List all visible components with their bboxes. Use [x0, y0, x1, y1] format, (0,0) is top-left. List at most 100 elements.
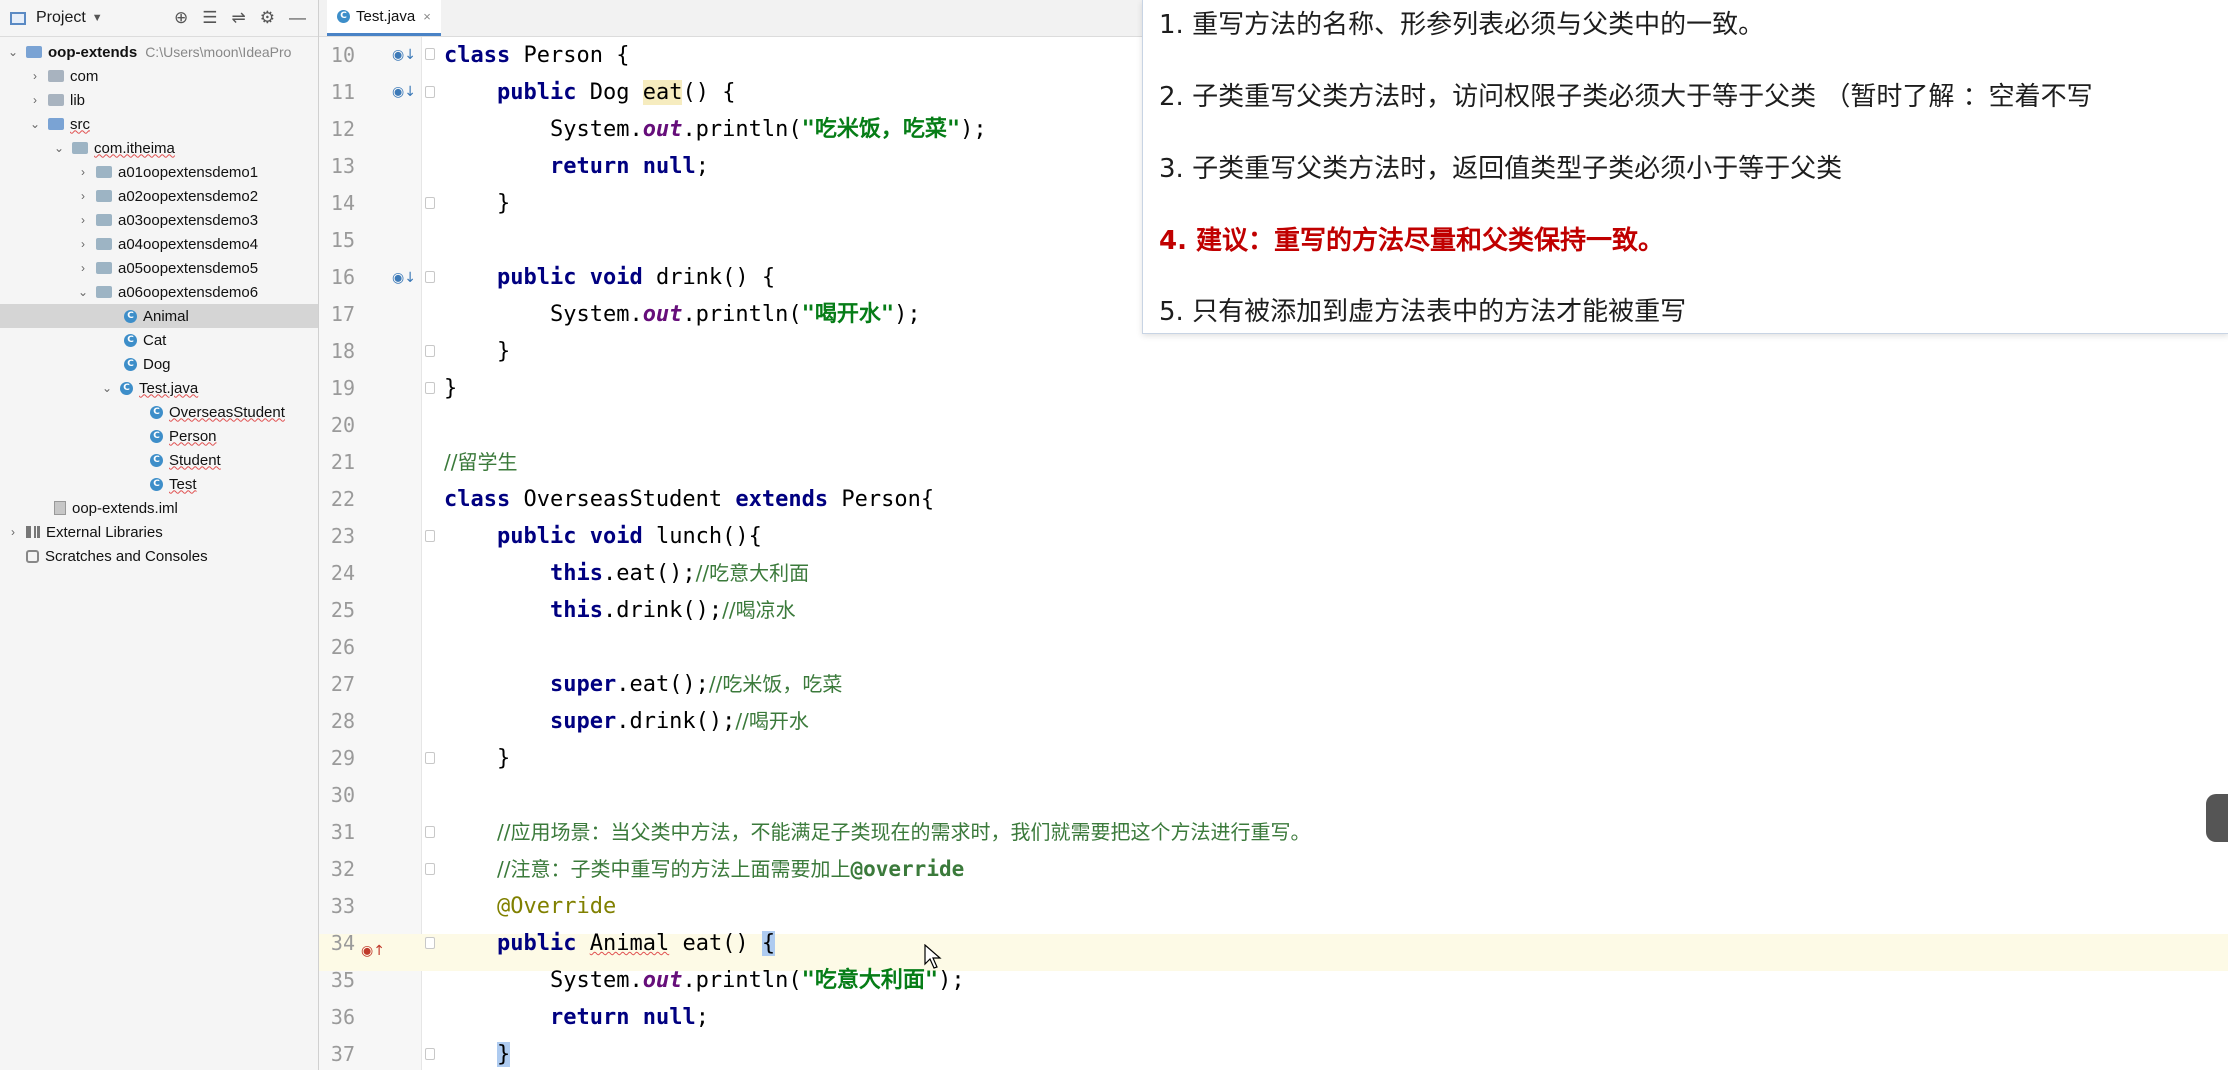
code-line-13: return null;	[549, 154, 709, 179]
collapse-all-icon[interactable]: ⇌	[232, 8, 246, 28]
tree-item-person[interactable]: C Person	[0, 424, 318, 448]
tree-item-label: a05oopextensdemo5	[118, 259, 259, 277]
fold-icon[interactable]	[425, 48, 435, 60]
tree-item-label: Test	[169, 475, 197, 493]
tree-item-test-java[interactable]: ⌄ C Test.java	[0, 376, 318, 400]
tree-item-test[interactable]: C Test	[0, 472, 318, 496]
tab-label: Test.java	[356, 8, 416, 25]
fold-icon[interactable]	[425, 1048, 435, 1060]
code-line-36: return null;	[549, 1005, 709, 1030]
library-icon	[26, 526, 40, 538]
tree-item-label: Student	[169, 451, 221, 469]
line-number: 24	[330, 561, 355, 585]
code-line-34: public Animal eat() {	[496, 931, 776, 956]
package-icon	[96, 286, 112, 298]
chevron-right-icon[interactable]: ›	[76, 165, 90, 179]
tree-item-scratches[interactable]: Scratches and Consoles	[0, 544, 318, 568]
tree-item-animal[interactable]: C Animal	[0, 304, 318, 328]
chevron-right-icon[interactable]: ›	[76, 189, 90, 203]
tree-item-a01[interactable]: › a01oopextensdemo1	[0, 160, 318, 184]
class-icon: C	[124, 309, 137, 323]
tree-item-iml[interactable]: oop-extends.iml	[0, 496, 318, 520]
class-icon: C	[124, 357, 137, 371]
floating-side-button[interactable]	[2206, 794, 2228, 842]
tree-item-label: Scratches and Consoles	[45, 547, 208, 565]
overridden-method-icon[interactable]: ◉↓	[392, 84, 416, 100]
chevron-right-icon[interactable]: ›	[76, 213, 90, 227]
fold-icon[interactable]	[425, 86, 435, 98]
scratches-icon	[26, 549, 39, 563]
line-number: 27	[330, 672, 355, 696]
tree-item-overseasstudent[interactable]: C OverseasStudent	[0, 400, 318, 424]
tree-item-com[interactable]: › com	[0, 64, 318, 88]
overridden-method-icon[interactable]: ◉↓	[392, 47, 416, 63]
chevron-down-icon[interactable]: ⌄	[28, 117, 42, 131]
line-number: 10	[330, 43, 355, 67]
chevron-right-icon[interactable]: ›	[28, 93, 42, 107]
line-number: 25	[330, 598, 355, 622]
chevron-down-icon[interactable]: ⌄	[52, 141, 66, 155]
chevron-right-icon[interactable]: ›	[76, 261, 90, 275]
note-4: 4. 建议：重写的方法尽量和父类保持一致。	[1159, 226, 1665, 256]
fold-icon[interactable]	[425, 530, 435, 542]
fold-icon[interactable]	[425, 752, 435, 764]
tree-item-oop-extends[interactable]: ⌄ oop-extends C:\Users\moon\IdeaPro	[0, 40, 318, 64]
note-5: 5. 只有被添加到虚方法表中的方法才能被重写	[1159, 297, 1687, 327]
tree-item-label: a02oopextensdemo2	[118, 187, 259, 205]
chevron-right-icon[interactable]: ›	[76, 237, 90, 251]
chevron-right-icon[interactable]: ›	[28, 69, 42, 83]
fold-icon[interactable]	[425, 197, 435, 209]
chevron-right-icon[interactable]: ›	[6, 525, 20, 539]
line-number: 29	[330, 746, 355, 770]
chevron-down-icon[interactable]: ⌄	[100, 381, 114, 395]
class-icon: C	[120, 381, 133, 395]
line-number: 18	[330, 339, 355, 363]
code-line-29: }	[496, 746, 511, 771]
tree-item-a02[interactable]: › a02oopextensdemo2	[0, 184, 318, 208]
overridden-method-icon[interactable]: ◉↓	[392, 270, 416, 286]
mouse-cursor-icon	[924, 944, 942, 969]
line-number: 30	[330, 783, 355, 807]
code-line-12: System.out.println("吃米饭，吃菜");	[549, 117, 987, 142]
tree-item-label: oop-extends.iml	[72, 499, 178, 517]
tree-item-cat[interactable]: C Cat	[0, 328, 318, 352]
line-number: 37	[330, 1042, 355, 1066]
locate-icon[interactable]: ⊕	[174, 8, 188, 28]
tree-item-student[interactable]: C Student	[0, 448, 318, 472]
tree-item-lib[interactable]: › lib	[0, 88, 318, 112]
tree-item-src[interactable]: ⌄ src	[0, 112, 318, 136]
fold-icon[interactable]	[425, 271, 435, 283]
fold-icon[interactable]	[425, 863, 435, 875]
tree-item-a05[interactable]: › a05oopextensdemo5	[0, 256, 318, 280]
tree-item-external-libraries[interactable]: › External Libraries	[0, 520, 318, 544]
chevron-down-icon[interactable]: ⌄	[76, 285, 90, 299]
hide-icon[interactable]: —	[289, 8, 306, 28]
tree-item-label: OverseasStudent	[169, 403, 285, 421]
tree-item-dog[interactable]: C Dog	[0, 352, 318, 376]
line-number: 21	[330, 450, 355, 474]
code-line-32: //注意：子类中重写的方法上面需要加上@override	[496, 857, 965, 881]
fold-icon[interactable]	[425, 826, 435, 838]
code-line-19: }	[444, 376, 458, 401]
gear-icon[interactable]: ⚙	[260, 8, 275, 28]
tree-item-a03[interactable]: › a03oopextensdemo3	[0, 208, 318, 232]
fold-icon[interactable]	[425, 345, 435, 357]
tab-test-java[interactable]: C Test.java ×	[327, 0, 441, 36]
tree-item-label: Cat	[143, 331, 167, 349]
chevron-down-icon[interactable]: ⌄	[6, 45, 20, 59]
overriding-method-icon[interactable]: ◉↑	[361, 943, 385, 959]
class-icon: C	[150, 477, 163, 491]
expand-all-icon[interactable]: ☰	[202, 8, 217, 28]
line-number: 19	[330, 376, 355, 400]
project-view-selector[interactable]: Project ▼	[0, 9, 103, 27]
line-number: 28	[330, 709, 355, 733]
fold-icon[interactable]	[425, 382, 435, 394]
tree-item-label: a06oopextensdemo6	[118, 283, 259, 301]
tree-item-a04[interactable]: › a04oopextensdemo4	[0, 232, 318, 256]
tree-item-a06[interactable]: ⌄ a06oopextensdemo6	[0, 280, 318, 304]
fold-icon[interactable]	[425, 937, 435, 949]
tree-item-label: a03oopextensdemo3	[118, 211, 259, 229]
close-icon[interactable]: ×	[423, 9, 431, 24]
class-icon: C	[150, 429, 163, 443]
tree-item-com-itheima[interactable]: ⌄ com.itheima	[0, 136, 318, 160]
